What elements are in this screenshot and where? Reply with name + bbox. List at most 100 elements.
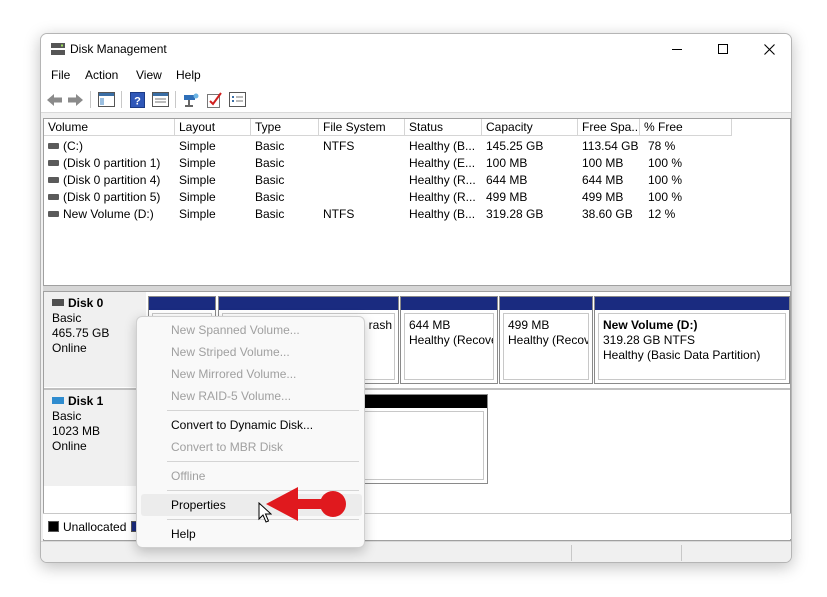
volume-name: (Disk 0 partition 5) [63,190,161,204]
menu-new-raid5-volume[interactable]: New RAID-5 Volume... [141,385,362,407]
disk-management-app-icon [51,43,65,55]
partition-size: 319.28 GB NTFS [603,333,696,347]
menu-new-striped-volume[interactable]: New Striped Volume... [141,341,362,363]
volume-row[interactable]: (Disk 0 partition 5) Simple Basic Health… [44,189,790,206]
volume-icon [48,177,59,183]
status-bar-divider [681,545,682,561]
partition-name: New Volume (D:) [603,318,698,332]
volume-row[interactable]: New Volume (D:) Simple Basic NTFS Health… [44,206,790,223]
column-header-status[interactable]: Status [405,119,482,136]
disk-0-partition-4[interactable]: 644 MB Healthy (Recove [400,296,498,384]
volume-file-system: NTFS [323,139,355,153]
list-icon [228,92,246,107]
volume-file-system: NTFS [323,207,355,221]
volume-percent-free: 12 % [648,207,676,221]
window-title: Disk Management [70,42,167,56]
volume-capacity: 145.25 GB [486,139,544,153]
toolbar-separator [175,91,176,108]
connect-icon [183,93,198,107]
console-tree-button[interactable] [97,91,115,108]
menu-new-spanned-volume[interactable]: New Spanned Volume... [141,319,362,341]
mouse-pointer-icon [258,502,272,523]
column-header-free-space[interactable]: Free Spa... [578,119,640,136]
help-button[interactable]: ? [128,91,146,108]
connect-button[interactable] [182,91,200,108]
maximize-button[interactable] [700,34,746,64]
title-bar: Disk Management [41,34,791,64]
disk-state: Online [52,341,87,355]
svg-text:?: ? [134,95,141,107]
disk-size: 465.75 GB [52,326,110,340]
menu-convert-to-dynamic-disk[interactable]: Convert to Dynamic Disk... [141,414,362,436]
check-icon [206,91,222,108]
column-header-type[interactable]: Type [251,119,319,136]
partition-header [595,297,789,310]
volume-type: Basic [255,139,285,153]
column-header-layout[interactable]: Layout [175,119,251,136]
properties-button[interactable] [151,91,169,108]
volume-status: Healthy (R... [409,190,476,204]
volume-status: Healthy (B... [409,207,476,221]
volume-layout: Simple [179,156,216,170]
hard-disk-icon [52,299,64,306]
column-header-capacity[interactable]: Capacity [482,119,578,136]
partition-size: 644 MB [409,318,451,332]
disk-0-partition-5[interactable]: 499 MB Healthy (Recov [499,296,593,384]
minimize-icon [672,48,682,50]
close-icon [763,43,775,55]
volume-name: (Disk 0 partition 1) [63,156,161,170]
menu-view[interactable]: View [136,68,162,82]
volume-capacity: 100 MB [486,156,528,170]
menu-bar: File Action View Help [41,64,791,86]
column-header-percent-free[interactable]: % Free [640,119,732,136]
volume-status: Healthy (B... [409,139,476,153]
partition-size: 499 MB [508,318,550,332]
red-arrow-annotation-icon [266,487,346,521]
volume-free-space: 38.60 GB [582,207,633,221]
volume-icon [48,160,59,166]
volume-row[interactable]: (Disk 0 partition 1) Simple Basic Health… [44,155,790,172]
toolbar-separator [90,91,91,108]
disk-name: Disk 0 [68,296,104,310]
volume-list: Volume Layout Type File System Status Ca… [43,118,791,286]
menu-help[interactable]: Help [176,68,201,82]
disk-1-label[interactable]: Disk 1 Basic 1023 MB Online [44,390,146,486]
volume-layout: Simple [179,190,216,204]
volume-capacity: 499 MB [486,190,528,204]
close-button[interactable] [746,34,791,64]
console-tree-icon [97,92,115,107]
unallocated-legend-label: Unallocated [63,520,127,534]
disk-0-partition-new-volume-d[interactable]: New Volume (D:) 319.28 GB NTFS Healthy (… [594,296,790,384]
partition-status: Healthy (Recov [508,333,589,347]
volume-layout: Simple [179,207,216,221]
minimize-button[interactable] [654,34,700,64]
volume-free-space: 499 MB [582,190,624,204]
column-header-volume[interactable]: Volume [44,119,175,136]
volume-type: Basic [255,190,285,204]
forward-button[interactable] [66,91,84,108]
forward-icon [67,93,83,106]
list-view-button[interactable] [228,91,246,108]
disk-0-label[interactable]: Disk 0 Basic 465.75 GB Online [44,292,146,387]
status-bar-divider [571,545,572,561]
volume-status: Healthy (E... [409,156,476,170]
volume-row[interactable]: (Disk 0 partition 4) Simple Basic Health… [44,172,790,189]
volume-name: (C:) [63,139,83,153]
disk-type: Basic [52,409,82,423]
menu-file[interactable]: File [51,68,70,82]
properties-icon [151,92,169,107]
menu-action[interactable]: Action [85,68,118,82]
back-button[interactable] [45,91,63,108]
volume-icon [48,194,59,200]
volume-row[interactable]: (C:) Simple Basic NTFS Healthy (B... 145… [44,138,790,155]
volume-icon [48,211,59,217]
back-icon [46,93,62,106]
volume-free-space: 100 MB [582,156,624,170]
column-header-file-system[interactable]: File System [319,119,405,136]
disk-size: 1023 MB [52,424,101,438]
volume-name: (Disk 0 partition 4) [63,173,161,187]
check-button[interactable] [205,91,223,108]
menu-new-mirrored-volume[interactable]: New Mirrored Volume... [141,363,362,385]
partition-header [149,297,215,310]
menu-convert-to-mbr-disk[interactable]: Convert to MBR Disk [141,436,362,458]
